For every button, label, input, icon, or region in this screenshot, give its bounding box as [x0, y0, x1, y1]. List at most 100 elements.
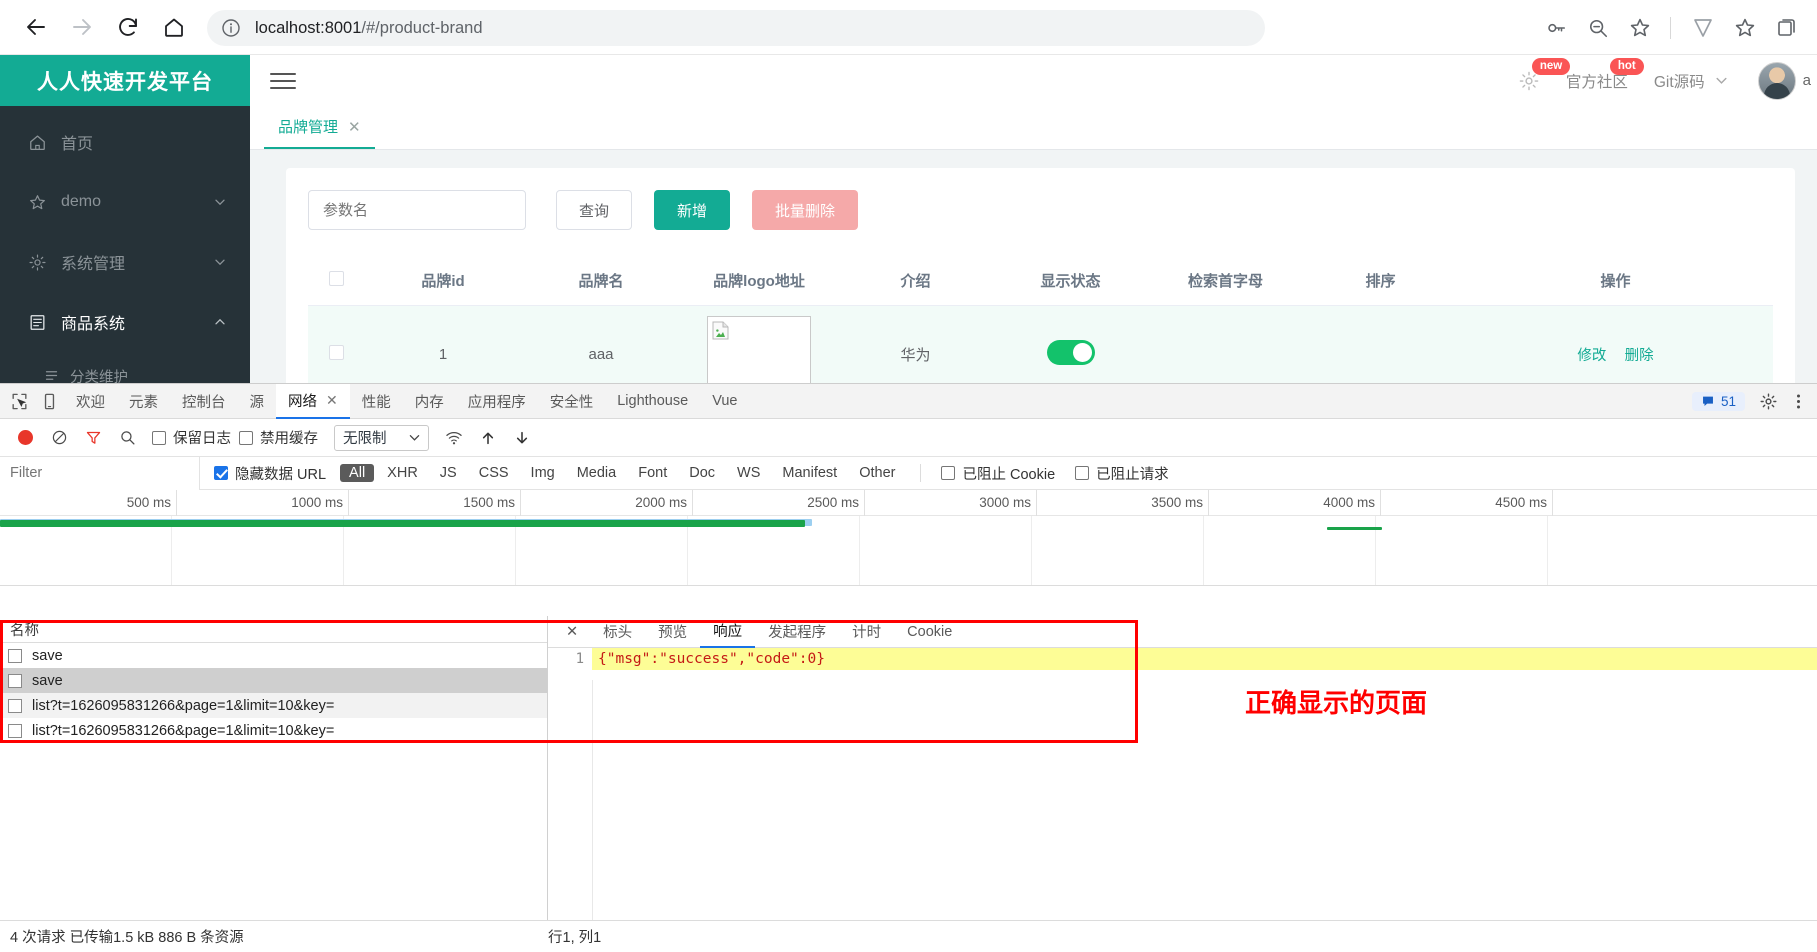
detail-tab-response[interactable]: 响应	[700, 615, 756, 648]
sidebar-item-system[interactable]: 系统管理	[0, 232, 250, 292]
add-button[interactable]: 新增	[654, 190, 731, 230]
throttle-select[interactable]: 无限制	[334, 424, 429, 451]
list-item[interactable]: save	[0, 643, 547, 668]
filter-type-manifest[interactable]: Manifest	[773, 464, 846, 482]
cell-show-status[interactable]	[993, 305, 1148, 383]
search-input[interactable]	[308, 190, 526, 230]
sidebar-item-home[interactable]: 首页	[0, 112, 250, 172]
detail-tab-timing[interactable]: 计时	[839, 616, 894, 648]
hide-data-urls-option[interactable]: 隐藏数据 URL	[214, 463, 326, 484]
import-har-button[interactable]	[471, 421, 505, 455]
devtools-tab-vue[interactable]: Vue	[700, 384, 749, 419]
devtools-tab-network[interactable]: 网络 ✕	[276, 383, 350, 419]
detail-tab-preview[interactable]: 预览	[645, 616, 700, 648]
hide-data-urls-checkbox[interactable]	[214, 466, 228, 480]
filter-type-font[interactable]: Font	[629, 464, 676, 482]
sidebar-menu: 首页 demo 系统管理 商品系统 分类维护	[0, 106, 250, 383]
devtools-tab-welcome[interactable]: 欢迎	[64, 384, 117, 419]
devtools-tab-console[interactable]: 控制台	[170, 384, 238, 419]
select-all-checkbox[interactable]	[328, 271, 344, 286]
devtools-more-button[interactable]	[1783, 386, 1813, 416]
network-conditions-button[interactable]	[437, 421, 471, 455]
devtools-tab-sources[interactable]: 源	[238, 384, 277, 419]
devtools-settings-button[interactable]	[1753, 386, 1783, 416]
git-source-dropdown[interactable]: Git源码	[1654, 70, 1728, 92]
close-icon[interactable]: ✕	[348, 118, 361, 136]
export-har-button[interactable]	[505, 421, 539, 455]
filter-type-xhr[interactable]: XHR	[378, 464, 427, 482]
detail-tab-headers[interactable]: 标头	[590, 616, 645, 648]
filter-type-img[interactable]: Img	[522, 464, 564, 482]
add-favorite-button[interactable]	[1620, 8, 1660, 48]
search-button[interactable]	[110, 421, 144, 455]
favorites-button[interactable]	[1725, 8, 1765, 48]
filter-type-js[interactable]: JS	[431, 464, 466, 482]
close-icon[interactable]: ✕	[326, 392, 338, 409]
devtools-tab-elements[interactable]: 元素	[117, 384, 170, 419]
preserve-log-option[interactable]: 保留日志	[152, 427, 231, 448]
filter-toggle-button[interactable]	[76, 421, 110, 455]
batch-delete-button[interactable]: 批量删除	[752, 190, 859, 230]
address-bar[interactable]: localhost:8001/#/product-brand	[207, 10, 1265, 46]
tab-brand-management[interactable]: 品牌管理 ✕	[264, 106, 375, 149]
collections-icon	[1778, 18, 1795, 36]
network-timeline[interactable]: 500 ms 1000 ms 1500 ms 2000 ms 2500 ms 3…	[0, 490, 1817, 586]
disable-cache-checkbox[interactable]	[239, 430, 253, 445]
disable-cache-option[interactable]: 禁用缓存	[239, 427, 318, 448]
inspect-element-button[interactable]	[4, 386, 34, 416]
filter-type-doc[interactable]: Doc	[680, 464, 724, 482]
collections-button[interactable]	[1767, 8, 1807, 48]
chevron-up-icon	[215, 318, 225, 325]
response-body-viewer[interactable]: 1 {"msg":"success","code":0}	[548, 648, 1817, 920]
row-checkbox[interactable]	[328, 344, 344, 360]
devtools-tab-application[interactable]: 应用程序	[456, 384, 538, 419]
devtools-tab-performance[interactable]: 性能	[350, 384, 403, 419]
zoom-out-button[interactable]	[1578, 8, 1618, 48]
key-button[interactable]	[1536, 8, 1576, 48]
detail-tab-cookies[interactable]: Cookie	[894, 616, 965, 648]
query-button[interactable]: 查询	[556, 190, 633, 230]
forward-button[interactable]	[62, 7, 102, 47]
zoom-out-icon	[1589, 19, 1608, 37]
list-item[interactable]: save	[0, 668, 547, 693]
filter-type-ws[interactable]: WS	[728, 464, 769, 482]
blocked-requests-checkbox[interactable]	[1075, 466, 1090, 480]
preserve-log-checkbox[interactable]	[152, 430, 166, 445]
avatar[interactable]	[1757, 61, 1796, 100]
filter-type-css[interactable]: CSS	[470, 464, 518, 482]
list-item[interactable]: list?t=1626095831266&page=1&limit=10&key…	[0, 718, 547, 743]
sidebar-item-product-system[interactable]: 商品系统	[0, 292, 250, 352]
filter-type-all[interactable]: All	[340, 464, 375, 482]
devtools-tab-lighthouse[interactable]: Lighthouse	[605, 384, 700, 419]
reload-button[interactable]	[108, 7, 148, 47]
detail-tab-initiator[interactable]: 发起程序	[755, 616, 839, 648]
blocked-requests-option[interactable]: 已阻止请求	[1075, 463, 1169, 484]
delete-link[interactable]: 删除	[1625, 348, 1654, 364]
back-button[interactable]	[16, 7, 56, 47]
clear-button[interactable]	[42, 421, 76, 455]
edit-link[interactable]: 修改	[1577, 348, 1606, 364]
filter-type-media[interactable]: Media	[568, 464, 626, 482]
extension-button[interactable]	[1683, 8, 1723, 48]
filter-input[interactable]	[0, 456, 200, 490]
blocked-cookies-checkbox[interactable]	[941, 466, 956, 480]
blocked-cookies-option[interactable]: 已阻止 Cookie	[941, 463, 1055, 484]
settings-button[interactable]: new	[1518, 57, 1571, 92]
devtools-tab-security[interactable]: 安全性	[538, 384, 606, 419]
list-item[interactable]: list?t=1626095831266&page=1&limit=10&key…	[0, 693, 547, 718]
sidebar-item-label: 分类维护	[70, 369, 128, 384]
cell-select[interactable]	[308, 305, 364, 383]
sidebar-item-demo[interactable]: demo	[0, 172, 250, 232]
show-status-toggle[interactable]	[1046, 339, 1095, 365]
community-link[interactable]: 官方社区 hot	[1566, 57, 1644, 92]
issues-button[interactable]: 51	[1691, 391, 1745, 411]
devtools-tab-memory[interactable]: 内存	[403, 384, 456, 419]
column-select-all[interactable]	[308, 256, 364, 306]
close-icon[interactable]: ✕	[554, 624, 590, 640]
sidebar-item-category-maintain[interactable]: 分类维护	[0, 352, 250, 383]
menu-toggle-button[interactable]	[270, 68, 296, 94]
home-button[interactable]	[154, 7, 194, 47]
record-button[interactable]	[8, 421, 42, 455]
device-toolbar-button[interactable]	[34, 386, 64, 416]
filter-type-other[interactable]: Other	[850, 464, 904, 482]
